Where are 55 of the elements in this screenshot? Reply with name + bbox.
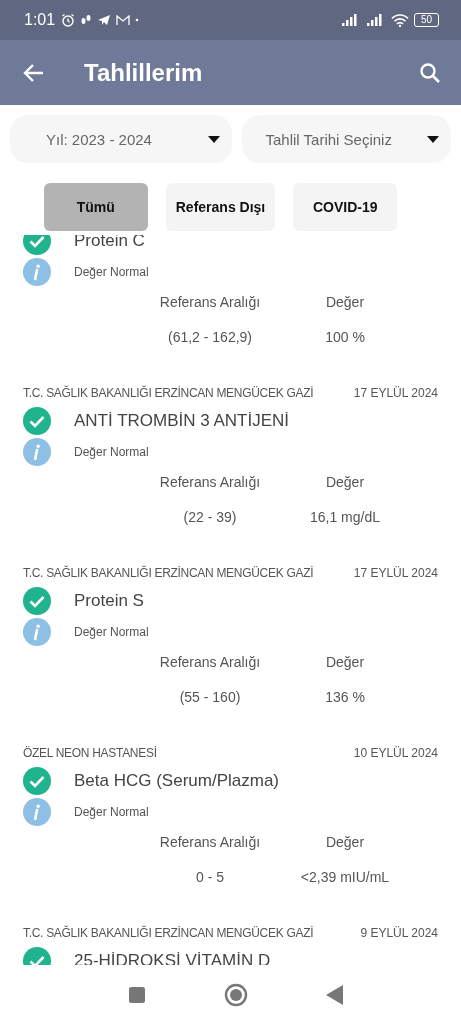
reference-range: (55 - 160) xyxy=(178,689,242,705)
page-title: Tahlillerim xyxy=(84,58,204,87)
result-value: 136 % xyxy=(324,689,366,705)
reference-range: 0 - 5 xyxy=(195,869,225,885)
result-status: Değer Normal xyxy=(74,625,149,639)
column-label: Değer xyxy=(324,474,366,490)
result-value: <2,39 mIU/mL xyxy=(299,869,391,885)
filter-tab[interactable]: COVID-19 xyxy=(293,183,398,231)
result-status: Değer Normal xyxy=(74,445,149,459)
lab-name: ÖZEL NEON HASTANESİ xyxy=(23,746,157,760)
reference-range: (22 - 39) xyxy=(182,509,238,525)
caret-icon xyxy=(427,135,439,143)
home-icon[interactable] xyxy=(223,982,248,1007)
column-label: Değer xyxy=(324,654,366,670)
test-date: 10 EYLÜL 2024 xyxy=(353,746,438,760)
reference-range: (61,2 - 162,9) xyxy=(166,329,254,345)
search-icon[interactable] xyxy=(419,61,441,84)
result-value: 16,1 mg/dL xyxy=(308,509,382,525)
test-name[interactable]: Protein S xyxy=(74,591,144,611)
check-icon xyxy=(23,587,51,615)
result-status: Değer Normal xyxy=(74,265,149,279)
send-icon xyxy=(97,14,112,26)
check-icon xyxy=(23,235,51,255)
column-label: Referans Aralığı xyxy=(158,294,262,310)
column-label: Değer xyxy=(324,834,366,850)
test-date: 17 EYLÜL 2024 xyxy=(353,566,438,580)
result-status: Değer Normal xyxy=(74,805,149,819)
footprints-icon xyxy=(80,13,93,27)
column-label: Referans Aralığı xyxy=(158,474,262,490)
wifi-icon xyxy=(390,13,409,27)
test-date: 9 EYLÜL 2024 xyxy=(360,926,438,940)
test-name[interactable]: Beta HCG (Serum/Plazma) xyxy=(74,771,279,791)
column-label: Değer xyxy=(324,294,366,310)
recents-icon[interactable] xyxy=(127,985,146,1004)
dropdown[interactable]: Tahlil Tarihi Seçiniz xyxy=(241,115,451,163)
test-date: 17 EYLÜL 2024 xyxy=(353,386,438,400)
caret-icon xyxy=(207,135,220,143)
dropdown[interactable]: Yıl: 2023 - 2024 xyxy=(10,115,232,163)
column-label: Referans Aralığı xyxy=(158,654,262,670)
test-name[interactable]: ANTİ TROMBİN 3 ANTİJENİ xyxy=(74,411,290,431)
filter-tab[interactable]: Referans Dışı xyxy=(165,183,276,231)
lab-name: T.C. SAĞLIK BAKANLIĞI ERZİNCAN MENGÜCEK GAZİ xyxy=(23,926,314,940)
status-time: 1:01 xyxy=(24,11,56,29)
mail-icon xyxy=(116,14,131,26)
back-icon[interactable] xyxy=(325,984,344,1005)
lab-name: T.C. SAĞLIK BAKANLIĞI ERZİNCAN MENGÜCEK GAZİ xyxy=(23,386,314,400)
check-icon xyxy=(23,767,51,795)
check-icon xyxy=(23,407,51,435)
result-value: 100 % xyxy=(324,329,366,345)
back-arrow-icon[interactable] xyxy=(22,62,44,83)
filter-tab[interactable]: Tümü xyxy=(43,183,148,231)
column-label: Referans Aralığı xyxy=(158,834,262,850)
alarm-icon xyxy=(61,13,76,27)
lab-name: T.C. SAĞLIK BAKANLIĞI ERZİNCAN MENGÜCEK GAZİ xyxy=(23,566,314,580)
battery-indicator: 50 xyxy=(413,13,439,27)
